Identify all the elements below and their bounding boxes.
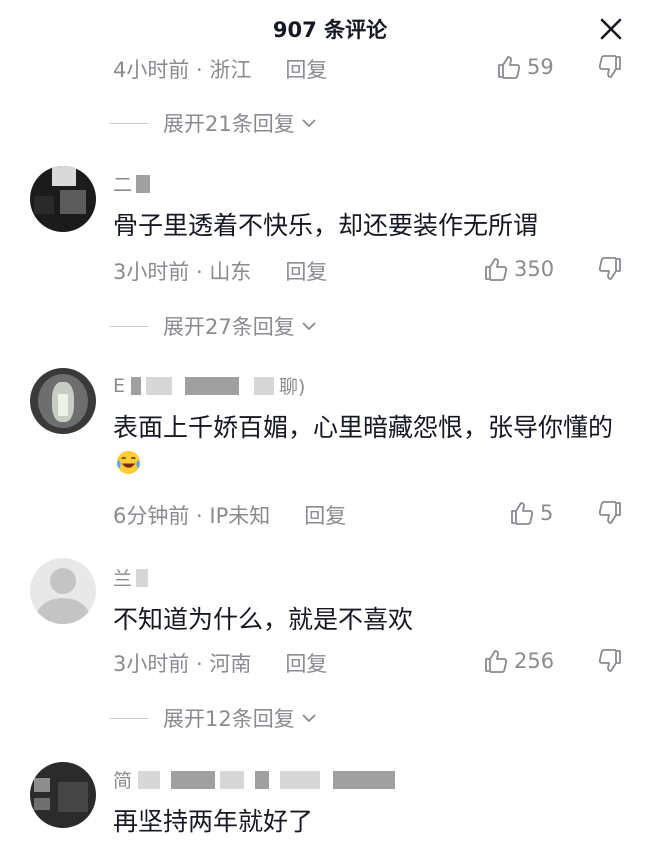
username-blur	[146, 376, 173, 395]
like-button[interactable]: 256	[483, 648, 554, 674]
username-blur	[220, 770, 245, 789]
reply-button[interactable]: 回复	[285, 54, 327, 84]
expand-replies-button[interactable]: 展开12条回复	[110, 703, 318, 733]
username-blur	[255, 770, 270, 789]
like-button[interactable]: 350	[483, 256, 554, 282]
username-blur	[131, 376, 142, 395]
expand-replies-label: 展开21条回复	[163, 112, 295, 136]
username-blur	[333, 770, 396, 789]
reply-button[interactable]: 回复	[304, 500, 346, 530]
dislike-button[interactable]	[597, 648, 627, 678]
comment-username[interactable]: E 聊)	[113, 372, 305, 399]
like-button[interactable]: 5	[509, 500, 553, 526]
thumbs-up-icon	[485, 258, 508, 281]
username-blur	[280, 770, 321, 789]
thumbs-down-icon	[598, 649, 621, 672]
comment-text: 不知道为什么，就是不喜欢	[113, 605, 414, 634]
comment-text: 骨子里透着不快乐，却还要装作无所谓	[113, 211, 539, 240]
comment-text: 表面上千娇百媚，心里暗藏怨恨，张导你懂的	[113, 410, 623, 482]
like-count: 59	[527, 55, 554, 79]
chevron-down-icon	[302, 322, 316, 331]
username-blur	[185, 376, 240, 395]
username-blur	[136, 568, 149, 587]
comment-meta: 4小时前 · 浙江 回复	[113, 54, 327, 84]
chevron-down-icon	[302, 714, 316, 723]
avatar[interactable]	[30, 558, 96, 624]
thumbs-up-icon	[511, 502, 534, 525]
divider-line	[110, 325, 148, 327]
comment-text: 再坚持两年就好了	[113, 807, 314, 836]
username-blur	[254, 376, 275, 395]
thumbs-up-icon	[498, 56, 521, 79]
comment-time-location: 4小时前 · 浙江	[113, 58, 252, 82]
thumbs-down-icon	[598, 257, 621, 280]
dislike-button[interactable]	[597, 54, 627, 84]
username-visible-start: E	[113, 374, 126, 397]
username-blur	[136, 174, 151, 193]
avatar[interactable]	[30, 368, 96, 434]
comment-username[interactable]: 简	[113, 766, 400, 793]
comment-meta: 3小时前 · 河南 回复	[113, 648, 327, 678]
comment-time-location: 3小时前 · 河南	[113, 652, 252, 676]
expand-replies-button[interactable]: 展开27条回复	[110, 311, 318, 341]
reply-button[interactable]: 回复	[285, 648, 327, 678]
reply-button[interactable]: 回复	[285, 256, 327, 286]
comment-meta: 3小时前 · 山东 回复	[113, 256, 327, 286]
username-visible: 简	[113, 770, 133, 792]
comment-count-title: 907 条评论	[272, 18, 388, 42]
like-count: 256	[514, 649, 555, 673]
chevron-down-icon	[302, 119, 316, 128]
close-icon[interactable]	[596, 14, 626, 44]
thumbs-up-icon	[485, 650, 508, 673]
comment-username[interactable]: 二	[113, 170, 155, 197]
username-blur	[171, 770, 216, 789]
comment-meta: 6分钟前 · IP未知 回复	[113, 500, 346, 530]
comment-username[interactable]: 兰	[113, 564, 153, 591]
dislike-button[interactable]	[597, 256, 627, 286]
like-count: 350	[514, 257, 555, 281]
expand-replies-label: 展开12条回复	[163, 707, 295, 731]
comment-text-content: 表面上千娇百媚，心里暗藏怨恨，张导你懂的	[113, 413, 614, 442]
avatar[interactable]	[30, 762, 96, 828]
like-button[interactable]: 59	[496, 54, 554, 80]
dislike-button[interactable]	[597, 500, 627, 530]
divider-line	[110, 122, 148, 124]
comment-time-location: 6分钟前 · IP未知	[113, 504, 271, 528]
avatar[interactable]	[30, 166, 96, 232]
username-visible: 二	[113, 174, 133, 196]
username-visible: 兰	[113, 568, 133, 590]
comments-header: 907 条评论	[0, 0, 660, 60]
expand-replies-label: 展开27条回复	[163, 315, 295, 339]
thumbs-down-icon	[598, 501, 621, 524]
like-count: 5	[540, 501, 554, 525]
laughing-crying-emoji	[116, 450, 141, 475]
expand-replies-button[interactable]: 展开21条回复	[110, 108, 318, 138]
divider-line	[110, 717, 148, 719]
comment-time-location: 3小时前 · 山东	[113, 260, 252, 284]
thumbs-down-icon	[598, 55, 621, 78]
username-blur	[138, 770, 161, 789]
username-visible-end: 聊)	[279, 376, 306, 398]
